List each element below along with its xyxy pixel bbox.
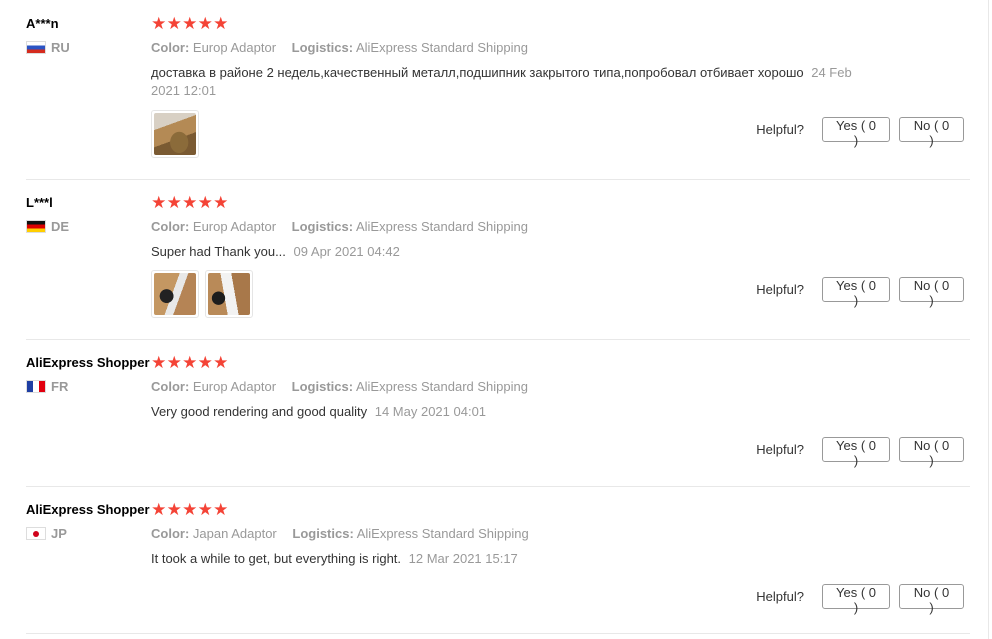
star-icon: ★ <box>197 500 213 519</box>
star-icon: ★ <box>182 193 198 212</box>
review-text: It took a while to get, but everything i… <box>151 550 871 568</box>
helpful-label: Helpful? <box>756 442 804 457</box>
review-photo-thumbnail[interactable] <box>205 270 253 318</box>
country-code: RU <box>51 40 70 55</box>
reviewer-name: AliExpress Shopper <box>26 502 150 517</box>
review-item: L***l DE ★★★★★ Color: Europ Adaptor Logi… <box>26 193 970 340</box>
star-icon: ★ <box>151 353 167 372</box>
review-body: доставка в районе 2 недель,качественный … <box>151 65 804 80</box>
review-body: It took a while to get, but everything i… <box>151 551 402 566</box>
star-rating: ★★★★★ <box>151 193 229 213</box>
color-label: Color: <box>151 379 190 394</box>
helpful-no-button[interactable]: No ( 0 ) <box>899 437 964 468</box>
logistics-value: AliExpress Standard Shipping <box>355 379 528 394</box>
star-icon: ★ <box>182 500 198 519</box>
star-icon: ★ <box>213 500 229 519</box>
helpful-no-button[interactable]: No ( 0 ) <box>899 277 964 308</box>
star-icon: ★ <box>197 193 213 212</box>
country-code: DE <box>51 219 70 234</box>
order-attributes: Color: Europ Adaptor Logistics: AliExpre… <box>151 40 528 55</box>
color-value: Europ Adaptor <box>192 379 277 394</box>
review-text: Very good rendering and good quality 14 … <box>151 403 871 421</box>
color-label: Color: <box>151 526 190 541</box>
country-code: FR <box>51 379 69 394</box>
helpful-vote: Helpful? Yes ( 0 ) No ( 0 ) <box>756 117 964 148</box>
logistics-label: Logistics: <box>291 40 354 55</box>
order-attributes: Color: Europ Adaptor Logistics: AliExpre… <box>151 219 528 234</box>
star-icon: ★ <box>182 14 198 33</box>
helpful-yes-button[interactable]: Yes ( 0 ) <box>822 277 890 308</box>
star-icon: ★ <box>166 500 182 519</box>
review-photo-thumbnail[interactable] <box>151 270 199 318</box>
review-photos <box>151 110 199 158</box>
star-icon: ★ <box>197 353 213 372</box>
reviewer-country: FR <box>26 379 68 394</box>
helpful-yes-button[interactable]: Yes ( 0 ) <box>822 437 890 468</box>
reviewer-country: JP <box>26 526 67 541</box>
logistics-label: Logistics: <box>292 526 354 541</box>
reviewer-country: DE <box>26 219 69 234</box>
helpful-yes-button[interactable]: Yes ( 0 ) <box>822 584 890 615</box>
reviewer-name: AliExpress Shopper <box>26 355 150 370</box>
reviewer-name: A***n <box>26 16 59 31</box>
star-icon: ★ <box>213 14 229 33</box>
helpful-yes-button[interactable]: Yes ( 0 ) <box>822 117 890 148</box>
japan-flag-icon <box>26 527 46 540</box>
logistics-value: AliExpress Standard Shipping <box>355 40 528 55</box>
helpful-vote: Helpful? Yes ( 0 ) No ( 0 ) <box>756 277 964 308</box>
germany-flag-icon <box>26 220 46 233</box>
review-photos <box>151 270 253 318</box>
review-item: AliExpress Shopper JP ★★★★★ Color: Japan… <box>26 500 970 634</box>
review-date: 12 Mar 2021 15:17 <box>408 551 518 566</box>
star-icon: ★ <box>151 193 167 212</box>
review-item: A***n RU ★★★★★ Color: Europ Adaptor Logi… <box>26 14 970 180</box>
review-item: AliExpress Shopper FR ★★★★★ Color: Europ… <box>26 353 970 487</box>
color-value: Europ Adaptor <box>192 40 277 55</box>
russia-flag-icon <box>26 41 46 54</box>
star-icon: ★ <box>166 193 182 212</box>
star-icon: ★ <box>166 353 182 372</box>
helpful-label: Helpful? <box>756 282 804 297</box>
logistics-value: AliExpress Standard Shipping <box>355 219 528 234</box>
order-attributes: Color: Japan Adaptor Logistics: AliExpre… <box>151 526 529 541</box>
color-value: Europ Adaptor <box>192 219 277 234</box>
star-icon: ★ <box>213 193 229 212</box>
helpful-no-button[interactable]: No ( 0 ) <box>899 584 964 615</box>
review-body: Super had Thank you... <box>151 244 286 259</box>
logistics-label: Logistics: <box>291 379 354 394</box>
helpful-label: Helpful? <box>756 589 804 604</box>
star-icon: ★ <box>213 353 229 372</box>
color-value: Japan Adaptor <box>192 526 277 541</box>
review-text: Super had Thank you... 09 Apr 2021 04:42 <box>151 243 871 261</box>
color-label: Color: <box>151 40 190 55</box>
review-text: доставка в районе 2 недель,качественный … <box>151 64 871 100</box>
review-photo-thumbnail[interactable] <box>151 110 199 158</box>
star-rating: ★★★★★ <box>151 353 229 373</box>
helpful-no-button[interactable]: No ( 0 ) <box>899 117 964 148</box>
order-attributes: Color: Europ Adaptor Logistics: AliExpre… <box>151 379 528 394</box>
review-body: Very good rendering and good quality <box>151 404 368 419</box>
color-label: Color: <box>151 219 190 234</box>
logistics-value: AliExpress Standard Shipping <box>356 526 529 541</box>
helpful-vote: Helpful? Yes ( 0 ) No ( 0 ) <box>756 584 964 615</box>
star-icon: ★ <box>182 353 198 372</box>
star-icon: ★ <box>197 14 213 33</box>
review-list: A***n RU ★★★★★ Color: Europ Adaptor Logi… <box>0 0 989 639</box>
country-code: JP <box>51 526 67 541</box>
star-icon: ★ <box>166 14 182 33</box>
helpful-label: Helpful? <box>756 122 804 137</box>
review-date: 14 May 2021 04:01 <box>374 404 487 419</box>
reviewer-country: RU <box>26 40 70 55</box>
reviewer-name: L***l <box>26 195 53 210</box>
star-icon: ★ <box>151 14 167 33</box>
france-flag-icon <box>26 380 46 393</box>
star-rating: ★★★★★ <box>151 14 229 34</box>
logistics-label: Logistics: <box>291 219 354 234</box>
star-icon: ★ <box>151 500 167 519</box>
star-rating: ★★★★★ <box>151 500 229 520</box>
review-date: 09 Apr 2021 04:42 <box>293 244 400 259</box>
helpful-vote: Helpful? Yes ( 0 ) No ( 0 ) <box>756 437 964 468</box>
